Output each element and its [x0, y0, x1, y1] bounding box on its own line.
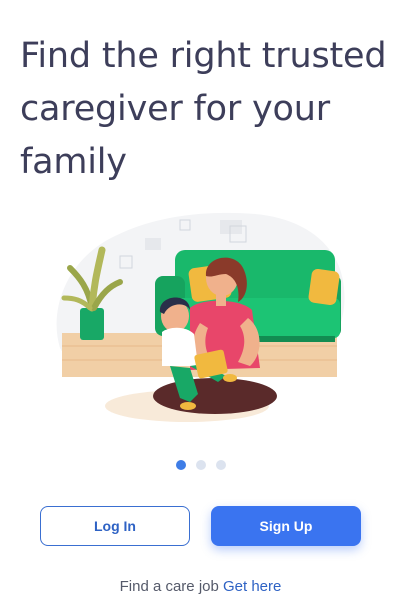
mother-and-child-illustration: [56, 212, 345, 422]
carousel-dot-2[interactable]: [195, 460, 206, 470]
carousel-dot-1[interactable]: [175, 460, 186, 470]
onboarding-screen: Find the right trusted caregiver for you…: [0, 0, 401, 613]
headline: Find the right trusted caregiver for you…: [20, 36, 387, 182]
footer-prompt: Find a care job Get here: [0, 578, 401, 595]
signup-button[interactable]: Sign Up: [211, 506, 361, 546]
carousel-dot-3[interactable]: [215, 460, 226, 470]
login-button[interactable]: Log In: [40, 506, 190, 546]
carousel-indicator: [0, 460, 401, 472]
get-here-link[interactable]: Get here: [223, 578, 281, 595]
footer-text: Find a care job: [119, 578, 223, 595]
